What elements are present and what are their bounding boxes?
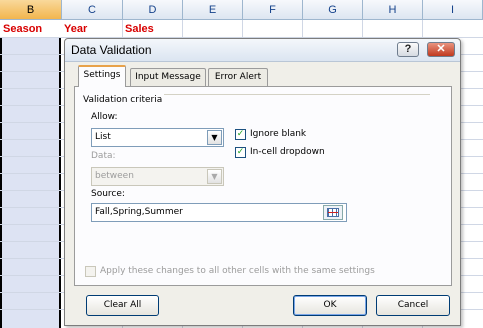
allow-dropdown-value: List [95,132,111,142]
chevron-down-icon[interactable]: ▼ [207,169,222,184]
column-header-g[interactable]: G [303,0,363,20]
dialog-title-bar[interactable]: Data Validation ? ✕ [65,39,460,62]
data-validation-dialog: Data Validation ? ✕ Settings Input Messa… [64,38,461,326]
cancel-button[interactable]: Cancel [376,295,450,316]
source-label: Source: [91,189,125,199]
column-header-i[interactable]: I [423,0,483,20]
column-header-h[interactable]: H [363,0,423,20]
column-header-f[interactable]: F [243,0,303,20]
column-header-b[interactable]: B [0,0,62,20]
cell-sales-header[interactable]: Sales [125,21,154,37]
source-input[interactable]: Fall,Spring,Summer [91,203,347,222]
range-select-icon [327,208,339,217]
cell-year-header[interactable]: Year [64,21,87,37]
in-cell-dropdown-label: In-cell dropdown [250,147,325,157]
column-header-c[interactable]: C [62,0,123,20]
ignore-blank-label: Ignore blank [250,129,307,139]
chevron-down-icon[interactable]: ▼ [207,130,222,145]
apply-all-label: Apply these changes to all other cells w… [100,266,375,276]
ok-button[interactable]: OK [293,295,367,316]
in-cell-dropdown-checkbox[interactable]: ✓ [235,147,246,158]
tab-error-alert[interactable]: Error Alert [208,68,268,86]
dialog-title: Data Validation [71,43,152,57]
help-button[interactable]: ? [397,42,419,57]
settings-panel [74,86,452,286]
column-header-d[interactable]: D [123,0,183,20]
allow-label: Allow: [91,112,118,122]
criteria-divider [164,94,430,95]
cell-season-header[interactable]: Season [3,21,42,37]
collapse-dialog-button[interactable] [323,205,343,220]
source-input-value: Fall,Spring,Summer [95,207,183,217]
data-dropdown-value: between [95,171,134,181]
close-button[interactable]: ✕ [427,42,455,57]
column-header-e[interactable]: E [183,0,243,20]
apply-all-checkbox[interactable] [85,266,96,277]
tab-input-message[interactable]: Input Message [130,68,206,86]
clear-all-button[interactable]: Clear All [86,295,159,316]
ignore-blank-checkbox[interactable]: ✓ [235,129,246,140]
data-label: Data: [91,151,116,161]
validation-criteria-heading: Validation criteria [83,95,163,105]
tab-settings[interactable]: Settings [78,65,126,87]
data-dropdown[interactable]: between ▼ [91,167,224,186]
allow-dropdown[interactable]: List ▼ [91,128,224,147]
selected-column-b[interactable] [0,37,61,328]
